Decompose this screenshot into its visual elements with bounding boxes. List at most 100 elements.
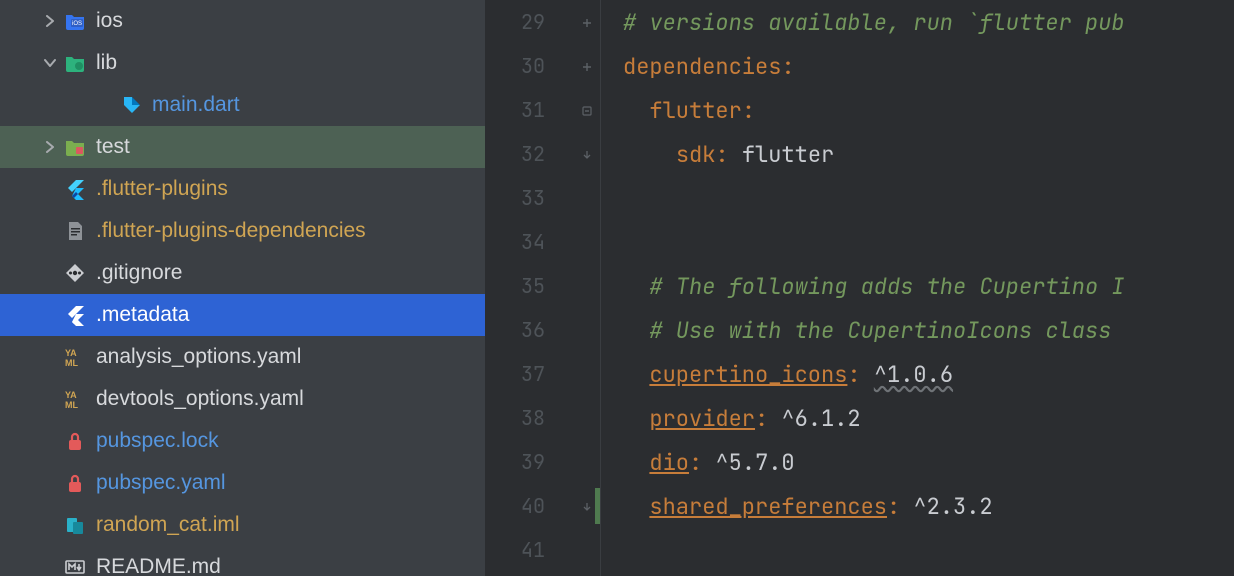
tree-item-label: ios xyxy=(96,9,123,33)
text-file-icon xyxy=(64,220,86,242)
token: flutter xyxy=(649,96,741,125)
tree-item-label: main.dart xyxy=(152,93,240,117)
svg-text:ML: ML xyxy=(65,400,78,410)
tree-item-label: devtools_options.yaml xyxy=(96,387,304,411)
code-line[interactable]: shared_preferences: ^2.3.2 xyxy=(601,484,1234,528)
token: : xyxy=(715,140,741,169)
code-line[interactable]: provider: ^6.1.2 xyxy=(601,396,1234,440)
gutter-line[interactable]: 33 xyxy=(485,176,601,220)
tree-item[interactable]: .flutter-plugins-dependencies xyxy=(0,210,485,252)
line-number: 31 xyxy=(521,97,545,123)
folder-ios-icon: iOS xyxy=(64,10,86,32)
tree-item[interactable]: random_cat.iml xyxy=(0,504,485,546)
token: provider xyxy=(649,404,755,433)
tree-item[interactable]: iOS ios xyxy=(0,0,485,42)
line-number: 41 xyxy=(521,537,545,563)
token: # Use with the CupertinoIcons class xyxy=(649,316,1124,345)
chevron-right-icon[interactable] xyxy=(40,15,60,27)
gutter-line[interactable]: 32 xyxy=(485,132,601,176)
tree-item-label: .gitignore xyxy=(96,261,182,285)
tree-item[interactable]: README.md xyxy=(0,546,485,576)
tree-item[interactable]: YAML analysis_options.yaml xyxy=(0,336,485,378)
line-number: 36 xyxy=(521,317,545,343)
gutter-line[interactable]: 40 xyxy=(485,484,601,528)
code-line[interactable]: dio: ^5.7.0 xyxy=(601,440,1234,484)
tree-item-label: .flutter-plugins xyxy=(96,177,228,201)
flutter-icon xyxy=(64,178,86,200)
tree-item[interactable]: .flutter-plugins xyxy=(0,168,485,210)
token: : xyxy=(689,448,715,477)
token: flutter xyxy=(742,140,834,169)
gutter-line[interactable]: 29 xyxy=(485,0,601,44)
tree-item-label: analysis_options.yaml xyxy=(96,345,301,369)
fold-icon[interactable] xyxy=(581,141,593,167)
token: shared_preferences xyxy=(649,492,887,521)
line-number: 37 xyxy=(521,361,545,387)
gitignore-icon xyxy=(64,262,86,284)
code-line[interactable] xyxy=(601,220,1234,264)
token: sdk xyxy=(676,140,716,169)
svg-text:ML: ML xyxy=(65,358,78,368)
token: : xyxy=(755,404,781,433)
fold-icon[interactable] xyxy=(581,493,593,519)
dart-file-icon xyxy=(120,94,142,116)
lock-icon xyxy=(64,430,86,452)
folder-dart-icon xyxy=(64,52,86,74)
tree-item-label: pubspec.lock xyxy=(96,429,219,453)
token: dio xyxy=(649,448,689,477)
markdown-icon xyxy=(64,556,86,576)
code-line[interactable] xyxy=(601,176,1234,220)
line-number: 38 xyxy=(521,405,545,431)
tree-item[interactable]: .gitignore xyxy=(0,252,485,294)
code-line[interactable]: # Use with the CupertinoIcons class xyxy=(601,308,1234,352)
tree-item[interactable]: lib xyxy=(0,42,485,84)
tree-item-label: .metadata xyxy=(96,303,189,327)
code-line[interactable] xyxy=(601,528,1234,572)
gutter-line[interactable]: 36 xyxy=(485,308,601,352)
token: ^6.1.2 xyxy=(781,404,860,433)
gutter-line[interactable]: 34 xyxy=(485,220,601,264)
code-line[interactable]: flutter: xyxy=(601,88,1234,132)
tree-item[interactable]: .metadata xyxy=(0,294,485,336)
gutter-line[interactable]: 37 xyxy=(485,352,601,396)
gutter-line[interactable]: 41 xyxy=(485,528,601,572)
gutter-line[interactable]: 39 xyxy=(485,440,601,484)
line-number: 34 xyxy=(521,229,545,255)
line-number: 29 xyxy=(521,9,545,35)
fold-icon[interactable] xyxy=(581,97,593,123)
fold-icon[interactable] xyxy=(581,53,593,79)
token: ^2.3.2 xyxy=(913,492,992,521)
token: : xyxy=(887,492,913,521)
tree-item[interactable]: YAMLdevtools_options.yaml xyxy=(0,378,485,420)
code-line[interactable]: sdk: flutter xyxy=(601,132,1234,176)
gutter-line[interactable]: 35 xyxy=(485,264,601,308)
fold-icon[interactable] xyxy=(581,9,593,35)
token: cupertino_icons xyxy=(649,360,847,389)
chevron-down-icon[interactable] xyxy=(40,57,60,69)
folder-green-icon xyxy=(64,136,86,158)
code-editor[interactable]: # versions available, run `flutter pubde… xyxy=(601,0,1234,576)
tree-item-label: test xyxy=(96,135,130,159)
line-number: 33 xyxy=(521,185,545,211)
tree-item[interactable]: main.dart xyxy=(0,84,485,126)
svg-text:YA: YA xyxy=(65,348,77,358)
code-line[interactable]: # The following adds the Cupertino I xyxy=(601,264,1234,308)
code-line[interactable]: # versions available, run `flutter pub xyxy=(601,0,1234,44)
code-line[interactable]: dependencies: xyxy=(601,44,1234,88)
editor-gutter: 29 30 31 32 33 34 35 36 37 38 39 40 41 xyxy=(485,0,601,576)
tree-item-label: random_cat.iml xyxy=(96,513,240,537)
tree-item-label: lib xyxy=(96,51,117,75)
lock-icon xyxy=(64,472,86,494)
code-line[interactable]: cupertino_icons: ^1.0.6 xyxy=(601,352,1234,396)
tree-item[interactable]: pubspec.lock xyxy=(0,420,485,462)
line-number: 39 xyxy=(521,449,545,475)
gutter-line[interactable]: 30 xyxy=(485,44,601,88)
tree-item[interactable]: test xyxy=(0,126,485,168)
line-number: 32 xyxy=(521,141,545,167)
token: : xyxy=(781,52,794,81)
chevron-right-icon[interactable] xyxy=(40,141,60,153)
tree-item[interactable]: pubspec.yaml xyxy=(0,462,485,504)
gutter-line[interactable]: 31 xyxy=(485,88,601,132)
gutter-line[interactable]: 38 xyxy=(485,396,601,440)
tree-item-label: .flutter-plugins-dependencies xyxy=(96,219,366,243)
